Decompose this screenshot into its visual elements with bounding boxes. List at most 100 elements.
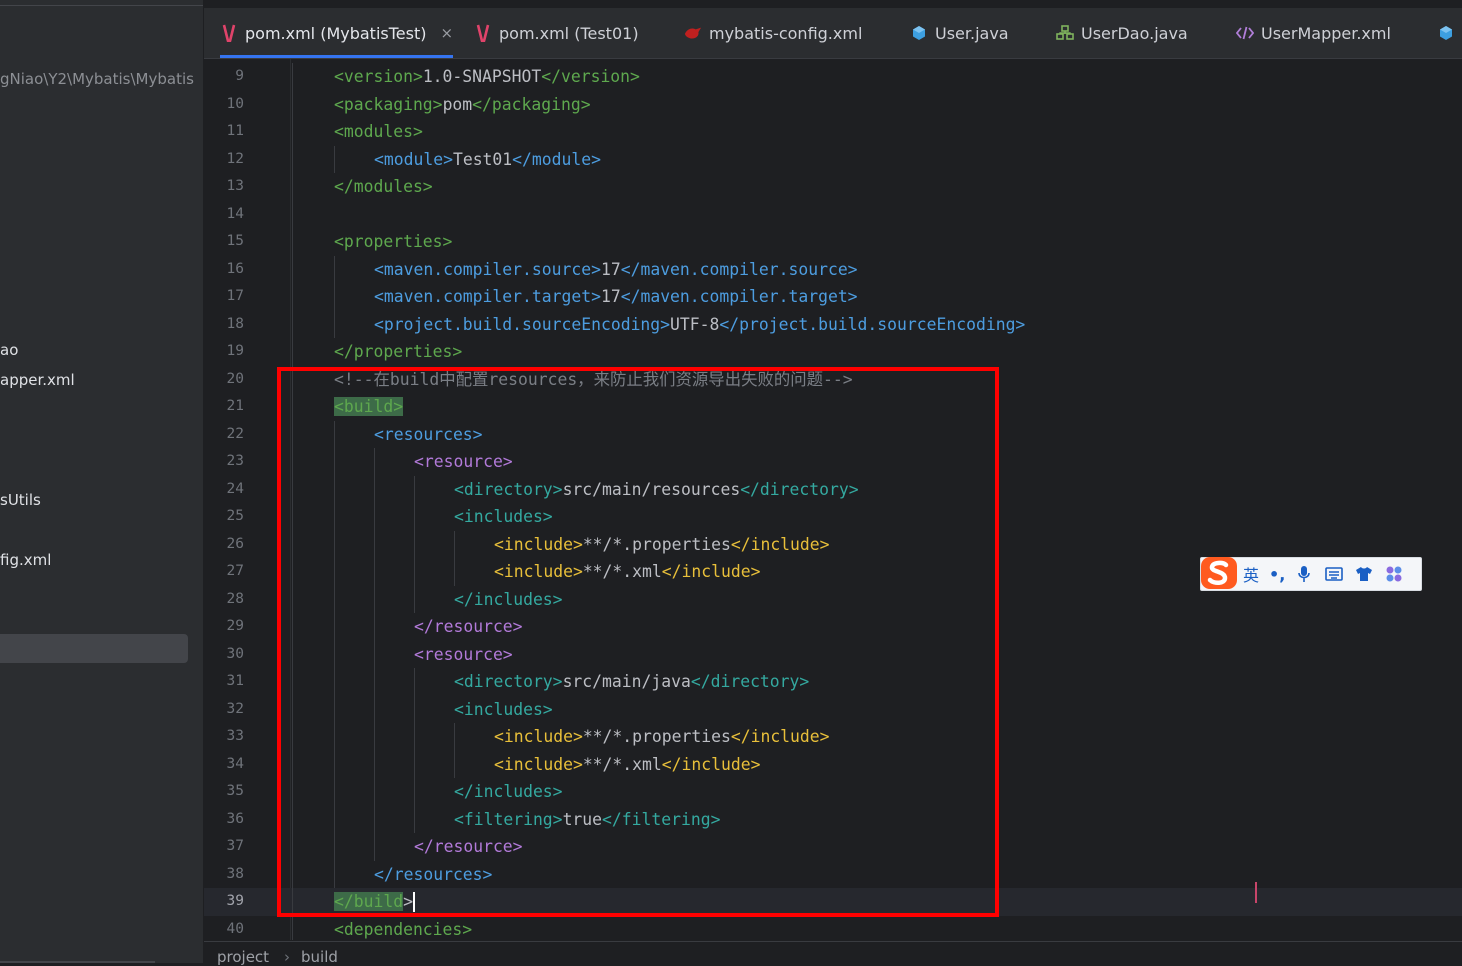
code-line[interactable]: 30 <resource> [204,640,1462,669]
code-text[interactable]: <filtering>true</filtering> [454,806,720,834]
code-text[interactable]: <directory>src/main/resources</directory… [454,476,859,504]
code-text[interactable]: </build> [334,888,413,916]
line-number[interactable]: 9 [204,63,244,91]
code-text[interactable]: <resource> [414,448,513,476]
code-text[interactable]: <directory>src/main/java</directory> [454,668,809,696]
code-line[interactable]: 13 </modules> [204,173,1462,201]
code-text[interactable]: </properties> [334,338,462,366]
code-line[interactable]: 14 [204,200,1462,228]
code-line[interactable]: 21 <build> [204,393,1462,421]
code-line[interactable]: 39 </build> [204,888,1462,916]
line-number[interactable]: 12 [204,146,244,174]
tab-userdao-java[interactable]: UserDao.java [1056,8,1188,58]
line-number[interactable]: 37 [204,833,244,861]
code-line[interactable]: 23 <resource> [204,448,1462,476]
code-text[interactable]: <includes> [454,696,553,724]
code-text[interactable]: <include>**/*.xml</include> [494,751,760,779]
code-text[interactable]: </includes> [454,778,563,806]
line-number[interactable]: 32 [204,696,244,724]
code-line[interactable]: 31 <directory>src/main/java</directory> [204,668,1462,696]
code-line[interactable]: 26 <include>**/*.properties</include> [204,530,1462,559]
code-text[interactable]: <resource> [414,641,513,669]
code-text[interactable]: <include>**/*.properties</include> [494,531,830,559]
close-icon[interactable]: × [440,24,453,42]
code-line[interactable]: 36 <filtering>true</filtering> [204,805,1462,834]
line-number[interactable]: 11 [204,118,244,146]
microphone-icon[interactable] [1293,563,1315,585]
tab-overflow[interactable] [1437,8,1462,58]
line-number[interactable]: 33 [204,723,244,751]
code-text[interactable]: </includes> [454,586,563,614]
breadcrumb-item-build[interactable]: build [301,948,338,966]
breadcrumb-item-project[interactable]: project [217,948,269,966]
code-line[interactable]: 16 <maven.compiler.source>17</maven.compi… [204,255,1462,284]
line-number[interactable]: 10 [204,91,244,119]
code-text[interactable]: <include>**/*.xml</include> [494,558,760,586]
tab-mybatis-config[interactable]: mybatis-config.xml [684,8,862,58]
code-text[interactable]: <module>Test01</module> [374,146,601,174]
code-text[interactable]: <dependencies> [334,916,472,941]
line-number[interactable]: 18 [204,311,244,339]
tab-pom-test01[interactable]: pom.xml (Test01) [474,8,639,58]
keyboard-icon[interactable] [1323,563,1345,585]
code-text[interactable]: <packaging>pom</packaging> [334,91,591,119]
code-text[interactable]: <properties> [334,228,452,256]
code-text[interactable]: <includes> [454,503,553,531]
line-number[interactable]: 39 [204,888,244,916]
code-line[interactable]: 33 <include>**/*.properties</include> [204,723,1462,751]
line-number[interactable]: 26 [204,531,244,559]
code-text[interactable]: <project.build.sourceEncoding>UTF-8</pro… [374,311,1025,339]
tree-item-mybatis-config-xml[interactable]: fig.xml [0,551,51,569]
code-text[interactable]: </resources> [374,861,492,889]
code-text[interactable]: <maven.compiler.source>17</maven.compile… [374,256,858,284]
line-number[interactable]: 24 [204,476,244,504]
line-number[interactable]: 27 [204,558,244,586]
sogou-logo-icon[interactable] [1199,553,1239,593]
code-line[interactable]: 15 <properties> [204,228,1462,256]
code-line[interactable]: 29 </resource> [204,613,1462,641]
line-number[interactable]: 28 [204,586,244,614]
line-number[interactable]: 15 [204,228,244,256]
code-text[interactable]: </resource> [414,833,523,861]
line-number[interactable]: 36 [204,806,244,834]
line-number[interactable]: 29 [204,613,244,641]
line-number[interactable]: 34 [204,751,244,779]
code-editor[interactable]: 9 <version>1.0-SNAPSHOT</version> 10 <packa… [204,59,1462,940]
code-line[interactable]: 25 <includes> [204,503,1462,531]
tab-user-java[interactable]: User.java [910,8,1009,58]
line-number[interactable]: 19 [204,338,244,366]
toolbox-grid-icon[interactable] [1383,563,1405,585]
tree-selected-row[interactable] [0,634,188,663]
tree-item-usermapper-xml[interactable]: apper.xml [0,371,75,389]
code-text[interactable]: </resource> [414,613,523,641]
code-line[interactable]: 40 <dependencies> [204,915,1462,941]
line-number[interactable]: 20 [204,366,244,394]
code-line[interactable]: 17 <maven.compiler.target>17</maven.compi… [204,283,1462,311]
code-line[interactable]: 10 <packaging>pom</packaging> [204,90,1462,119]
line-number[interactable]: 13 [204,173,244,201]
code-line[interactable]: 19 </properties> [204,338,1462,366]
line-number[interactable]: 30 [204,641,244,669]
code-line[interactable]: 38 </resources> [204,860,1462,889]
code-text[interactable]: <include>**/*.properties</include> [494,723,830,751]
line-number[interactable]: 23 [204,448,244,476]
tab-pom-mybatistest[interactable]: pom.xml (MybatisTest) × [220,8,454,58]
code-line[interactable]: 35 </includes> [204,778,1462,806]
code-text[interactable]: <version>1.0-SNAPSHOT</version> [334,63,640,91]
line-number[interactable]: 38 [204,861,244,889]
skin-shirt-icon[interactable] [1353,563,1375,585]
code-text[interactable]: <resources> [374,421,483,449]
line-number[interactable]: 31 [204,668,244,696]
tree-item-dao[interactable]: ao [0,341,18,359]
line-number[interactable]: 17 [204,283,244,311]
code-text[interactable]: </modules> [334,173,433,201]
code-text[interactable]: <modules> [334,118,423,146]
code-line[interactable]: 18 <project.build.sourceEncoding>UTF-8</p… [204,310,1462,339]
line-number[interactable]: 21 [204,393,244,421]
line-number[interactable]: 35 [204,778,244,806]
line-number[interactable]: 16 [204,256,244,284]
code-line[interactable]: 32 <includes> [204,695,1462,724]
ime-punct-label[interactable]: •, [1269,565,1285,584]
line-number[interactable]: 22 [204,421,244,449]
line-number[interactable]: 40 [204,916,244,941]
